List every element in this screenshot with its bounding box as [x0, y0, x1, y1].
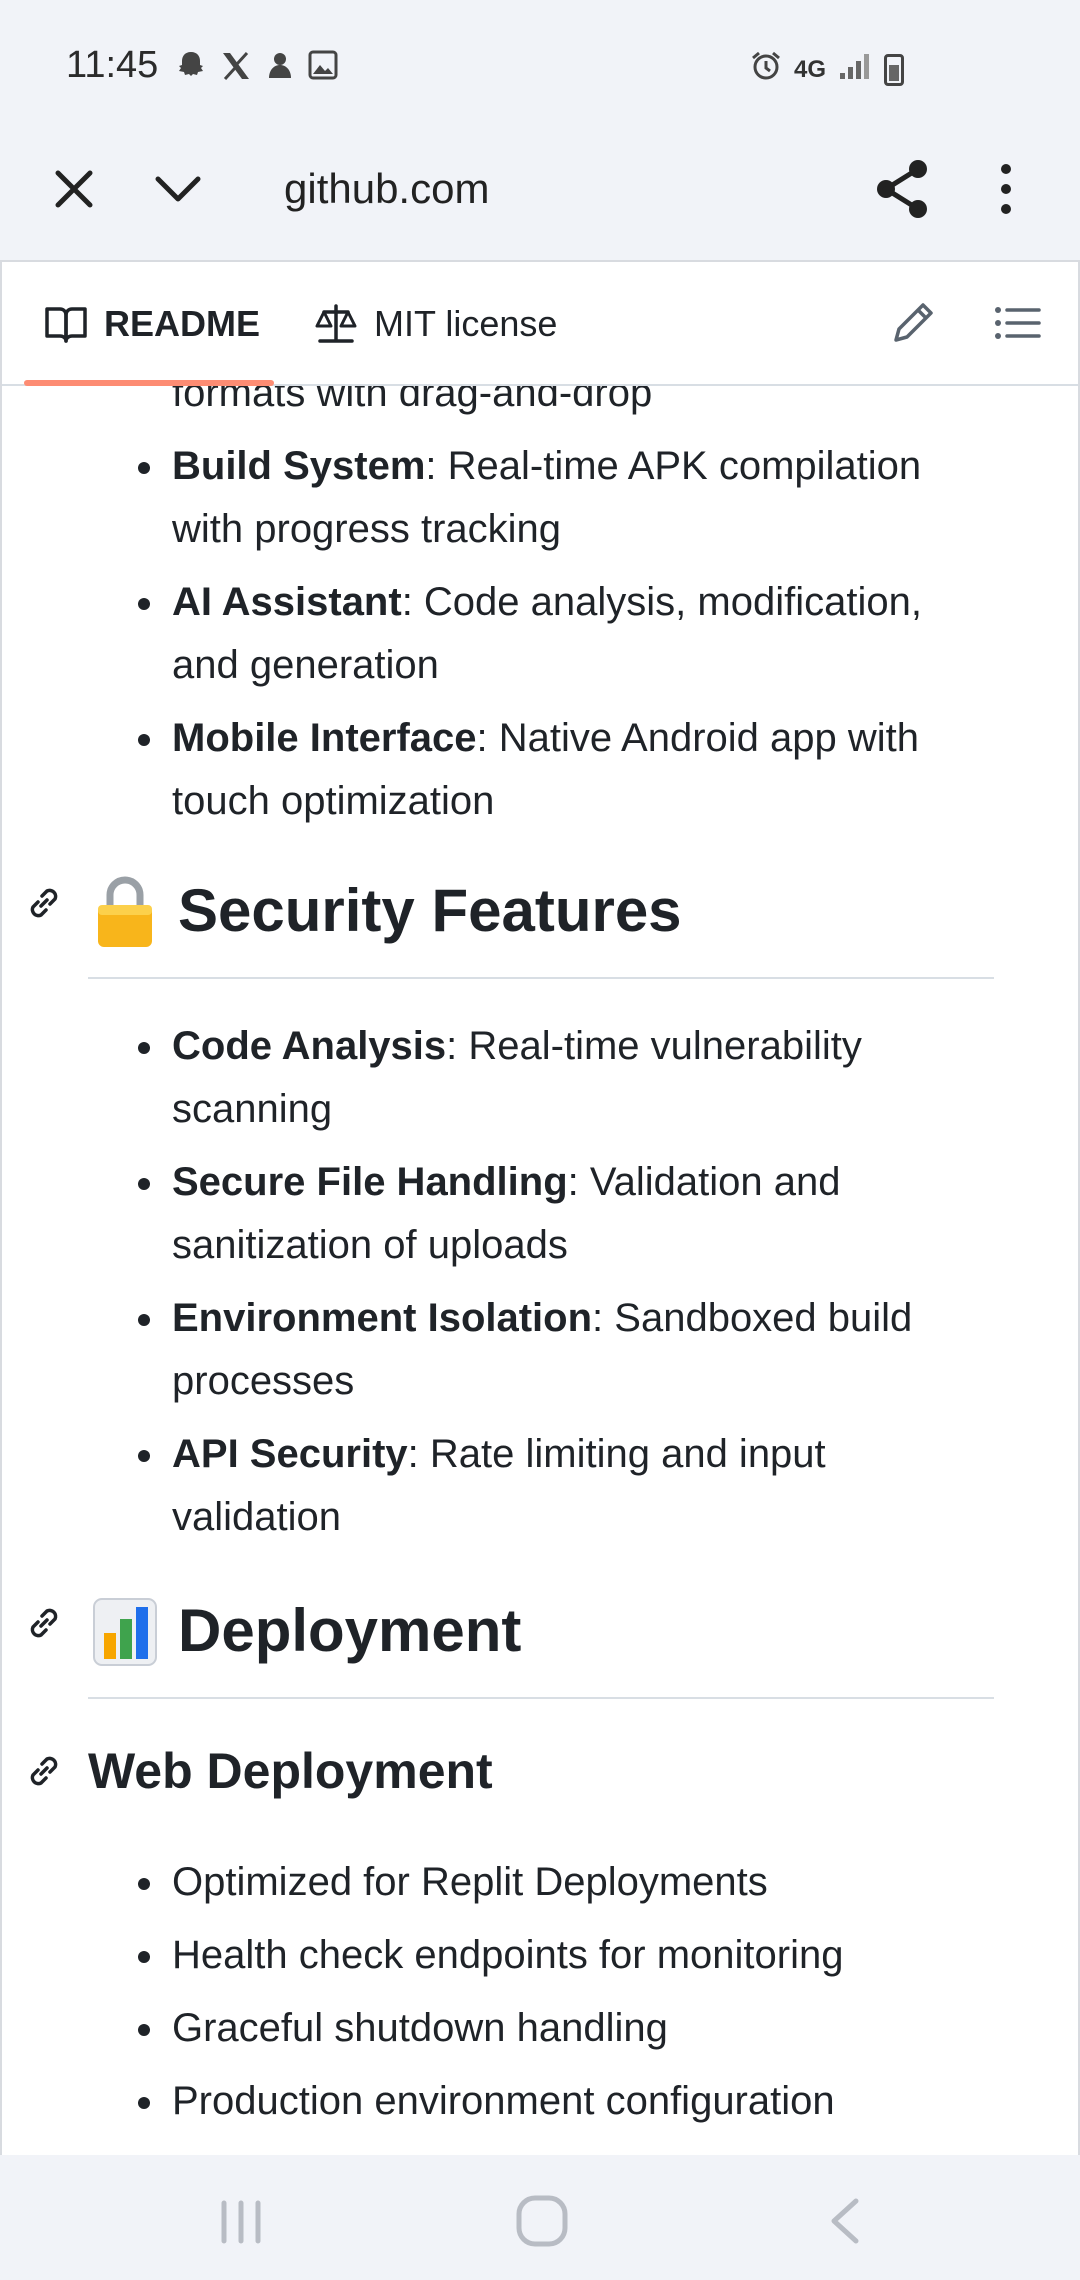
heading-web-deployment: Web Deployment — [30, 1713, 1078, 1823]
feature-title: Build System — [172, 444, 426, 488]
lock-icon — [98, 876, 152, 947]
heading-deployment: Deployment — [30, 1563, 994, 1699]
signal-icon — [838, 51, 872, 89]
link-icon[interactable] — [24, 1603, 64, 1643]
alarm-icon — [750, 50, 782, 90]
security-list: Code Analysis: Real-time vulnerability s… — [2, 1015, 1078, 1549]
list-item: formats with drag-and-drop — [2, 386, 1078, 425]
book-icon — [45, 307, 87, 343]
feature-title: API Security — [172, 1432, 408, 1476]
list-item: API Security: Rate limiting and input va… — [2, 1423, 1078, 1549]
link-icon[interactable] — [24, 883, 64, 923]
pencil-icon[interactable] — [888, 298, 938, 348]
feature-title: Mobile Interface — [172, 716, 477, 760]
web-deployment-list: Optimized for Replit Deployments Health … — [2, 1851, 1078, 2133]
tab-license[interactable]: MIT license — [314, 262, 557, 386]
tab-license-label: MIT license — [374, 303, 558, 344]
4g-icon: 4G — [793, 56, 826, 83]
recent-apps-icon[interactable] — [216, 2197, 266, 2247]
close-icon[interactable] — [44, 159, 104, 219]
tab-active-indicator — [24, 380, 274, 386]
notification-icon — [266, 50, 294, 90]
status-notification-icons — [176, 50, 338, 90]
list-item: Health check endpoints for monitoring — [2, 1924, 1078, 1987]
readme-tabbar: README MIT license — [2, 262, 1078, 386]
more-vert-icon[interactable] — [978, 157, 1034, 221]
list-item: Secure File Handling: Validation and san… — [2, 1151, 1078, 1277]
list-item: Production environment configuration — [2, 2070, 1078, 2133]
list-item: Optimized for Replit Deployments — [2, 1851, 1078, 1914]
status-system-icons: 4G — [750, 50, 904, 90]
url-text[interactable]: github.com — [284, 161, 489, 217]
bar-chart-icon — [93, 1598, 157, 1666]
partial-text: formats with drag-and-drop — [172, 386, 653, 415]
law-icon — [315, 304, 357, 343]
features-list: formats with drag-and-drop Build System:… — [2, 386, 1078, 833]
link-icon[interactable] — [24, 1751, 64, 1791]
share-icon[interactable] — [872, 157, 932, 221]
feature-title: Secure File Handling — [172, 1160, 568, 1204]
list-item: Environment Isolation: Sandboxed build p… — [2, 1287, 1078, 1413]
status-bar: 11:45 4G — [0, 0, 1080, 135]
x-icon — [220, 50, 252, 90]
battery-charging-icon — [884, 54, 904, 86]
feature-title: Environment Isolation — [172, 1296, 593, 1340]
tab-readme-label: README — [104, 303, 261, 344]
list-item: Graceful shutdown handling — [2, 1997, 1078, 2060]
heading-title: Security Features — [178, 877, 682, 944]
feature-title: AI Assistant — [172, 580, 402, 624]
snapchat-icon — [176, 50, 206, 90]
heading-security-features: Security Features — [30, 843, 994, 979]
back-icon[interactable] — [822, 2195, 866, 2247]
gallery-icon — [308, 50, 338, 90]
list-unordered-icon[interactable] — [992, 298, 1042, 348]
heading-title: Deployment — [178, 1597, 522, 1664]
readme-content: formats with drag-and-drop Build System:… — [2, 386, 1078, 2155]
heading-title: Web Deployment — [88, 1743, 493, 1799]
list-item: Build System: Real-time APK compilation … — [2, 435, 1078, 561]
tab-readme[interactable]: README — [44, 262, 260, 386]
home-icon[interactable] — [514, 2193, 570, 2249]
feature-title: Code Analysis — [172, 1024, 447, 1068]
list-item: Code Analysis: Real-time vulnerability s… — [2, 1015, 1078, 1141]
system-nav-bar — [0, 2155, 1080, 2280]
chevron-down-icon[interactable] — [148, 159, 208, 219]
list-item: Mobile Interface: Native Android app wit… — [2, 707, 1078, 833]
status-time: 11:45 — [66, 44, 159, 86]
browser-toolbar: github.com — [0, 135, 1080, 260]
list-item: AI Assistant: Code analysis, modificatio… — [2, 571, 1078, 697]
web-page: README MIT license formats with drag-and… — [0, 260, 1080, 2155]
